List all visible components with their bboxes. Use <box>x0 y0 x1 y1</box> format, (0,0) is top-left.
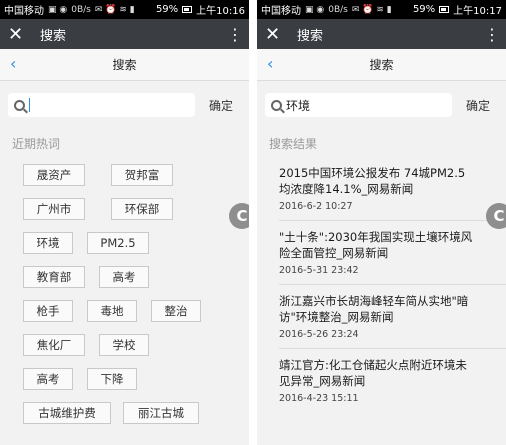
status-icons: ✉ ⏰ ≋ ▮ <box>94 4 135 15</box>
notification-icons: ▣ ◉ <box>305 4 325 15</box>
clock: 上午10:17 <box>453 6 502 17</box>
page-title: 搜索 <box>369 58 394 72</box>
search-icon <box>14 99 25 111</box>
confirm-button[interactable]: 确定 <box>209 97 233 114</box>
close-icon[interactable]: ✕ <box>8 24 34 45</box>
search-icon <box>271 99 282 111</box>
hot-word-tag[interactable]: 广州市 <box>23 198 85 220</box>
recent-hot-words-label: 近期热词 <box>12 137 61 151</box>
hot-word-tag[interactable]: 环保部 <box>111 198 173 220</box>
hot-word-tag[interactable]: 学校 <box>99 334 149 356</box>
result-title-line: 见异常_网易新闻 <box>279 374 366 388</box>
hot-word-tag[interactable]: 整治 <box>151 300 201 322</box>
result-title-line: 浙江嘉兴市长胡海峰轻车简从实地"暗 <box>279 294 469 308</box>
divider <box>279 220 506 221</box>
result-date: 2016-5-31 23:42 <box>279 265 359 276</box>
back-icon[interactable]: ‹ <box>267 54 273 73</box>
result-item[interactable]: 浙江嘉兴市长胡海峰轻车简从实地"暗 访"环境整治_网易新闻 2016-5-26 … <box>257 293 506 340</box>
floating-c-button[interactable]: C <box>229 203 249 229</box>
search-text-field[interactable] <box>286 98 436 112</box>
clock: 上午10:16 <box>196 6 245 17</box>
result-title-line: 2015中国环境公报发布 74城PM2.5 <box>279 166 466 180</box>
nav-bar: ‹ 搜索 <box>0 49 249 81</box>
result-item[interactable]: 2015中国环境公报发布 74城PM2.5 均浓度降14.1%_网易新闻 201… <box>257 165 506 212</box>
hot-word-tag[interactable]: 高考 <box>99 266 149 288</box>
divider <box>279 284 506 285</box>
hot-word-tag[interactable]: 下降 <box>87 368 137 390</box>
hot-word-tag[interactable]: PM2.5 <box>87 232 149 254</box>
app-bar: ✕ 搜索 ⋮ <box>0 19 249 49</box>
result-item[interactable]: 靖江官方:化工仓储起火点附近环境未 见异常_网易新闻 2016-4-23 15:… <box>257 357 506 404</box>
divider <box>279 348 506 349</box>
result-date: 2016-6-2 10:27 <box>279 201 353 212</box>
close-icon[interactable]: ✕ <box>265 24 291 45</box>
left-screen: 中国移动 ▣ ◉ 0B/s ✉ ⏰ ≋ ▮ 59% 上午10:16 ✕ 搜索 ⋮… <box>0 0 249 445</box>
battery-percent: 59% <box>155 4 179 15</box>
app-title: 搜索 <box>40 28 67 44</box>
search-results-label: 搜索结果 <box>269 137 318 151</box>
result-title-line: 均浓度降14.1%_网易新闻 <box>279 182 414 196</box>
result-item[interactable]: "土十条":2030年我国实现土壤环境风 险全面管控_网易新闻 2016-5-3… <box>257 229 506 276</box>
result-title-line: 访"环境整治_网易新闻 <box>279 310 394 324</box>
right-screen: 中国移动 ▣ ◉ 0B/s ✉ ⏰ ≋ ▮ 59% 上午10:17 ✕ 搜索 ⋮… <box>257 0 506 445</box>
carrier-label: 中国移动 <box>4 6 44 17</box>
page-title: 搜索 <box>112 58 137 72</box>
hot-word-tag[interactable]: 晟资产 <box>23 164 85 186</box>
result-title-line: "土十条":2030年我国实现土壤环境风 <box>279 230 473 244</box>
result-date: 2016-5-26 23:24 <box>279 329 359 340</box>
nav-bar: ‹ 搜索 <box>257 49 506 81</box>
result-title-line: 靖江官方:化工仓储起火点附近环境未 <box>279 358 467 372</box>
floating-c-button[interactable]: C <box>486 203 506 229</box>
carrier-label: 中国移动 <box>261 6 301 17</box>
hot-word-tag[interactable]: 贺邦富 <box>111 164 173 186</box>
hot-word-tag[interactable]: 高考 <box>23 368 73 390</box>
hot-words-list: 晟资产 贺邦富 广州市 环保部 环境 PM2.5 教育部 高考 枪手 毒地 整治… <box>0 164 249 424</box>
hot-word-tag[interactable]: 毒地 <box>87 300 137 322</box>
result-title-line: 险全面管控_网易新闻 <box>279 246 389 260</box>
status-bar: 中国移动 ▣ ◉ 0B/s ✉ ⏰ ≋ ▮ 59% 上午10:16 <box>0 0 249 19</box>
confirm-button[interactable]: 确定 <box>466 97 490 114</box>
search-input[interactable] <box>8 93 195 117</box>
hot-word-tag[interactable]: 焦化厂 <box>23 334 85 356</box>
hot-word-tag[interactable]: 环境 <box>23 232 73 254</box>
battery-percent: 59% <box>412 4 436 15</box>
battery-icon <box>182 6 193 13</box>
hot-word-tag[interactable]: 教育部 <box>23 266 85 288</box>
back-icon[interactable]: ‹ <box>10 54 16 73</box>
app-title: 搜索 <box>297 28 324 44</box>
network-speed: 0B/s <box>71 4 91 15</box>
hot-word-tag[interactable]: 古城维护费 <box>23 402 111 424</box>
app-bar: ✕ 搜索 ⋮ <box>257 19 506 49</box>
status-bar: 中国移动 ▣ ◉ 0B/s ✉ ⏰ ≋ ▮ 59% 上午10:17 <box>257 0 506 19</box>
more-menu-icon[interactable]: ⋮ <box>484 25 500 44</box>
more-menu-icon[interactable]: ⋮ <box>227 25 243 44</box>
search-input[interactable] <box>265 93 452 117</box>
hot-word-tag[interactable]: 丽江古城 <box>123 402 199 424</box>
search-row: 确定 <box>0 81 249 117</box>
status-icons: ✉ ⏰ ≋ ▮ <box>351 4 392 15</box>
search-results-list: 2015中国环境公报发布 74城PM2.5 均浓度降14.1%_网易新闻 201… <box>257 165 506 404</box>
text-cursor <box>29 98 30 112</box>
notification-icons: ▣ ◉ <box>48 4 68 15</box>
network-speed: 0B/s <box>328 4 348 15</box>
result-date: 2016-4-23 15:11 <box>279 393 359 404</box>
hot-word-tag[interactable]: 枪手 <box>23 300 73 322</box>
search-row: 确定 <box>257 81 506 117</box>
battery-icon <box>439 6 450 13</box>
